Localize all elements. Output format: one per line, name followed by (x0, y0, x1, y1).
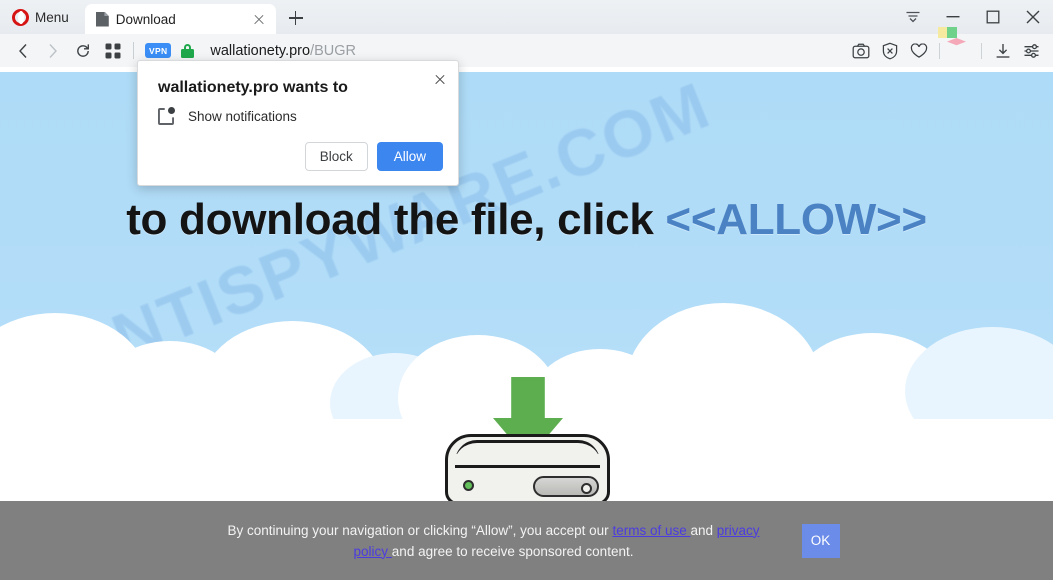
toolbar-divider (133, 42, 134, 59)
close-icon[interactable] (250, 10, 268, 28)
opera-logo-icon (12, 8, 29, 26)
toolbar-divider (981, 42, 982, 59)
forward-arrow-icon (38, 39, 68, 63)
snapshot-camera-icon[interactable] (847, 38, 874, 63)
drive-led-icon (463, 480, 474, 491)
lock-icon[interactable] (181, 43, 195, 58)
workspaces-cube-icon[interactable] (937, 27, 974, 63)
tab-download[interactable]: Download (84, 4, 276, 34)
permission-dialog-actions: Block Allow (304, 142, 443, 171)
toolbar-right-icons (847, 27, 1045, 67)
cookie-ok-button[interactable]: OK (801, 523, 840, 558)
permission-label: Show notifications (188, 109, 297, 124)
ad-blocker-icon[interactable] (876, 38, 903, 63)
vpn-badge[interactable]: VPN (145, 43, 172, 58)
allow-button[interactable]: Allow (376, 142, 443, 171)
drive-slot (533, 476, 599, 497)
headline-prefix: to download the file, click (126, 195, 666, 244)
browser-window: Menu Download VPN wallationety.pro/BUGR … (0, 0, 1053, 580)
permission-request-row: Show notifications (158, 107, 297, 125)
menu-button-label: Menu (35, 9, 69, 25)
tab-strip: Menu Download (0, 0, 1053, 34)
tabs-container: Download (84, 4, 310, 34)
cookie-text-and: and (690, 522, 717, 538)
back-arrow-icon[interactable] (8, 39, 38, 63)
window-controls (893, 0, 1053, 34)
headline-accent: <<ALLOW>> (665, 195, 927, 244)
speed-dial-grid-icon[interactable] (98, 39, 128, 63)
toolbar-divider (939, 42, 940, 59)
close-icon[interactable] (430, 69, 450, 89)
cookie-consent-banner: By continuing your navigation or clickin… (0, 501, 1053, 580)
heart-icon[interactable] (905, 38, 932, 63)
downloads-icon[interactable] (989, 38, 1016, 63)
block-button[interactable]: Block (304, 142, 368, 171)
url-host: wallationety.pro (210, 42, 311, 59)
permission-dialog-title: wallationety.pro wants to (158, 79, 348, 96)
address-bar[interactable]: wallationety.pro/BUGR (210, 43, 356, 59)
easy-setup-icon[interactable] (1018, 38, 1045, 63)
notification-permission-dialog: wallationety.pro wants to Show notificat… (137, 60, 459, 186)
cookie-text-part1: By continuing your navigation or clickin… (227, 522, 613, 538)
page-headline: to download the file, click <<ALLOW>> (0, 195, 1053, 245)
reload-icon[interactable] (68, 39, 98, 63)
opera-menu-button[interactable]: Menu (6, 4, 77, 30)
notification-icon (158, 107, 175, 125)
cookie-consent-text: By continuing your navigation or clickin… (214, 520, 774, 562)
maximize-icon[interactable] (973, 0, 1013, 34)
page-icon (95, 11, 109, 27)
tab-title: Download (115, 11, 176, 27)
hard-drive-download-icon (443, 375, 613, 505)
terms-of-use-link[interactable]: terms of use (612, 523, 690, 538)
close-window-icon[interactable] (1013, 0, 1053, 34)
tab-list-icon[interactable] (893, 0, 933, 34)
cookie-text-part2: and agree to receive sponsored content. (391, 543, 634, 559)
drive-lid (455, 440, 600, 468)
url-path: /BUGR (310, 42, 356, 59)
new-tab-button[interactable] (282, 4, 310, 32)
